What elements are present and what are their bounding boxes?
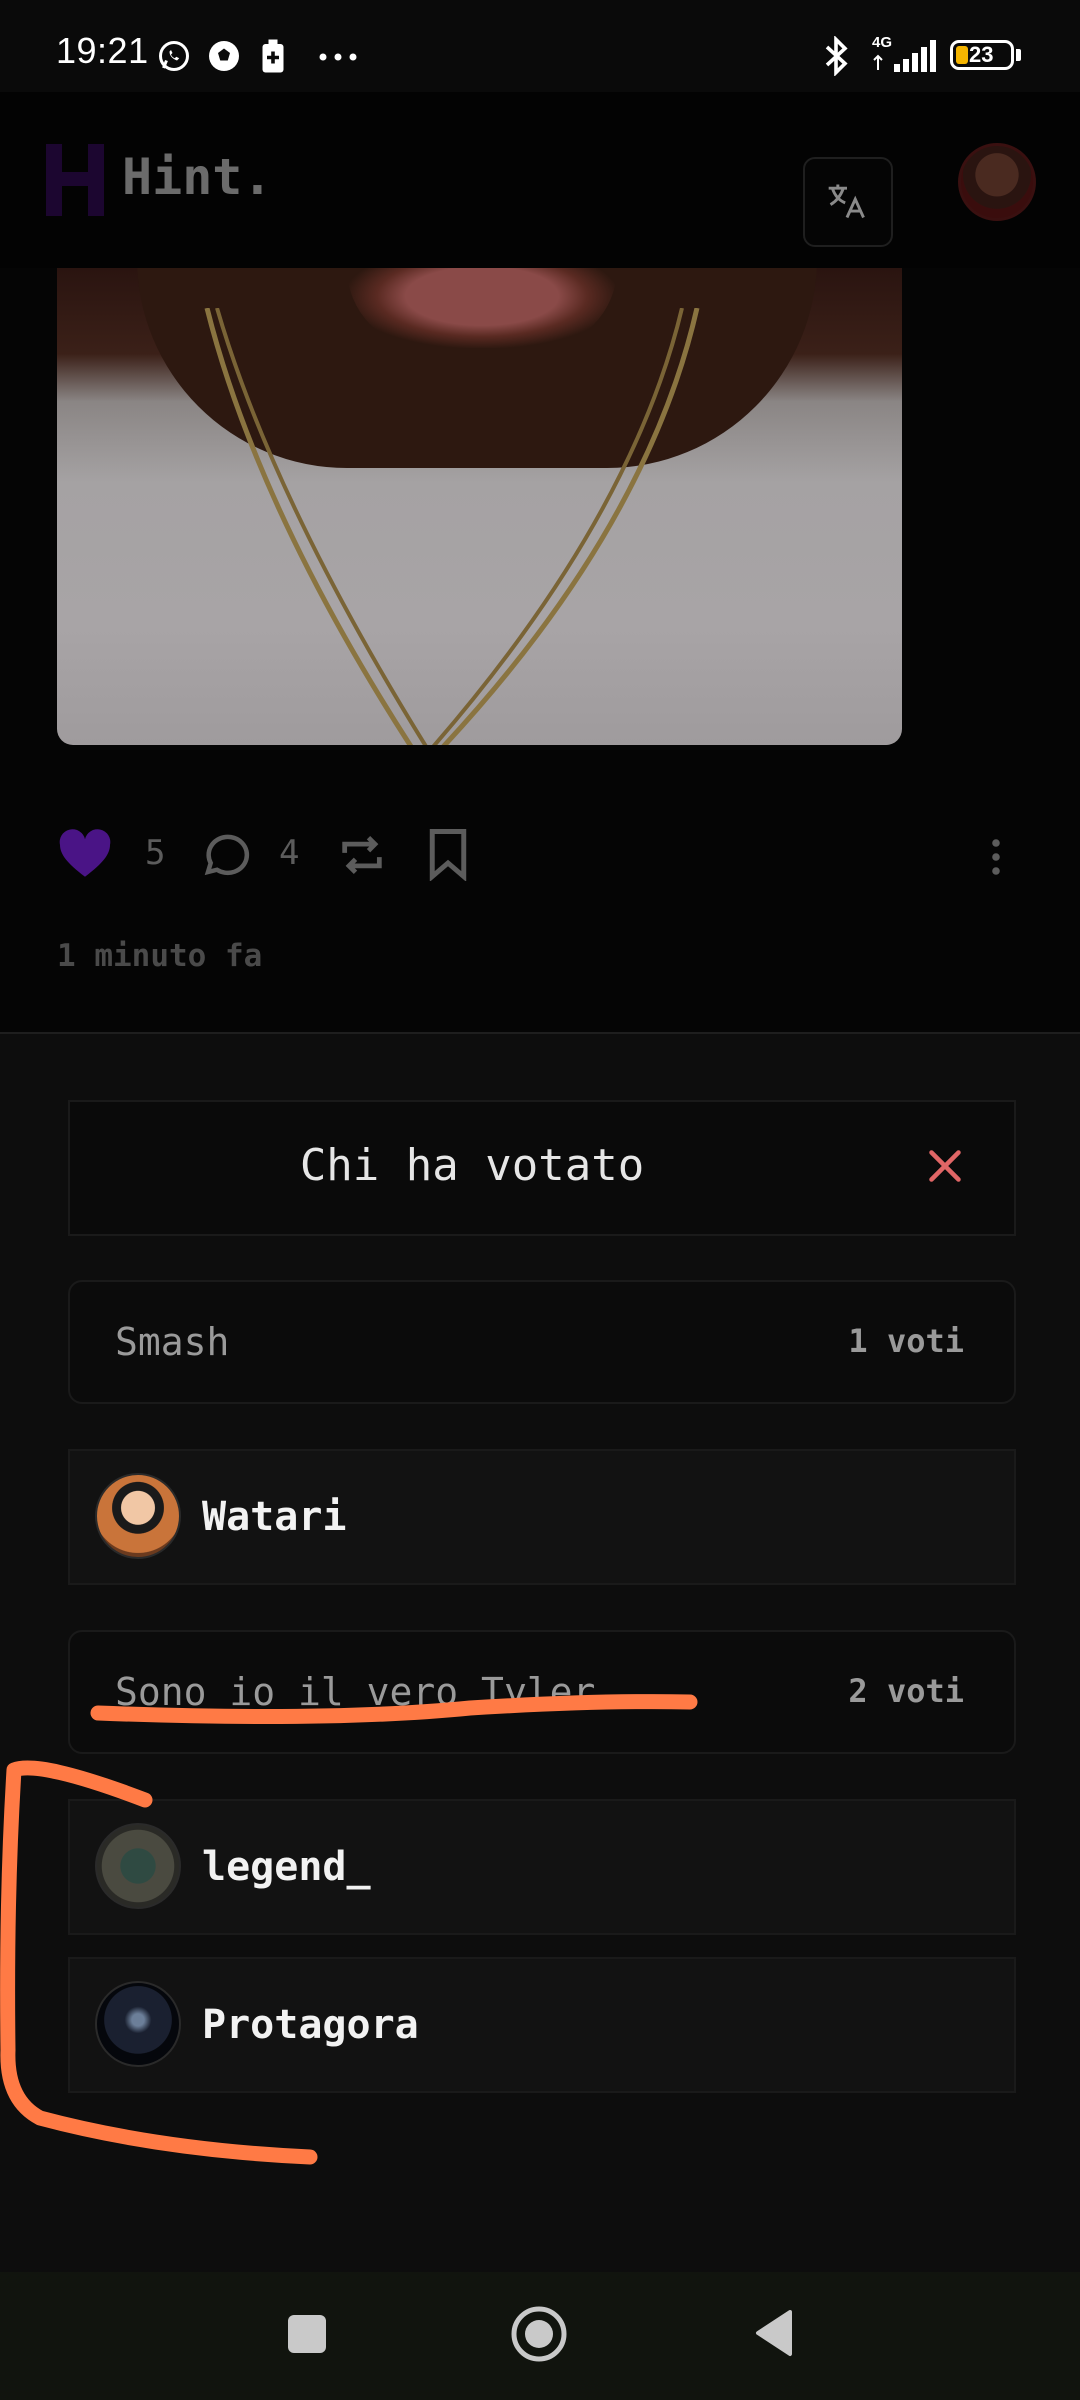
voter-avatar[interactable] [95,1473,181,1559]
poll-option-votes: 1 voti [848,1322,964,1360]
like-count: 5 [145,833,166,873]
close-icon[interactable] [927,1148,963,1184]
voter-name[interactable]: legend_ [202,1844,371,1890]
bookmark-icon[interactable] [425,827,471,881]
modal-title: Chi ha votato [299,1140,645,1191]
battery-saver-icon [262,39,284,73]
recents-button[interactable] [288,2315,326,2353]
poll-option-label: Sono io il vero Tyler [115,1670,596,1714]
battery-icon: 23 [950,40,1014,70]
post-timestamp: 1 minuto fa [57,938,263,974]
translate-button[interactable] [803,157,893,247]
voter-avatar[interactable] [95,1823,181,1909]
soccer-ball-icon [209,41,239,71]
back-button[interactable] [752,2308,794,2358]
repost-icon[interactable] [335,829,389,881]
voter-name[interactable]: Protagora [202,2002,419,2048]
voter-avatar[interactable] [95,1981,181,2067]
home-button[interactable] [510,2305,568,2363]
more-options-icon[interactable] [989,837,1003,877]
voter-name[interactable]: Watari [202,1494,347,1540]
battery-tip [1016,49,1021,61]
comment-count: 4 [279,833,300,873]
poll-option-label: Smash [115,1320,230,1364]
brand-name[interactable]: Hint. [122,148,273,206]
bluetooth-icon [825,36,848,76]
whatsapp-icon [159,41,189,71]
poll-option-votes: 2 voti [848,1672,964,1710]
hint-logo-icon[interactable] [44,142,106,218]
photo-chain [204,308,700,745]
post-image[interactable] [57,268,902,745]
status-time: 19:21 [56,30,149,71]
signal-icon [873,40,936,72]
profile-avatar[interactable] [958,143,1036,221]
comment-icon[interactable] [199,827,253,881]
translate-icon [828,184,865,219]
more-notifications-icon [319,53,357,61]
battery-level: 23 [969,42,994,67]
heart-icon[interactable] [57,829,113,879]
